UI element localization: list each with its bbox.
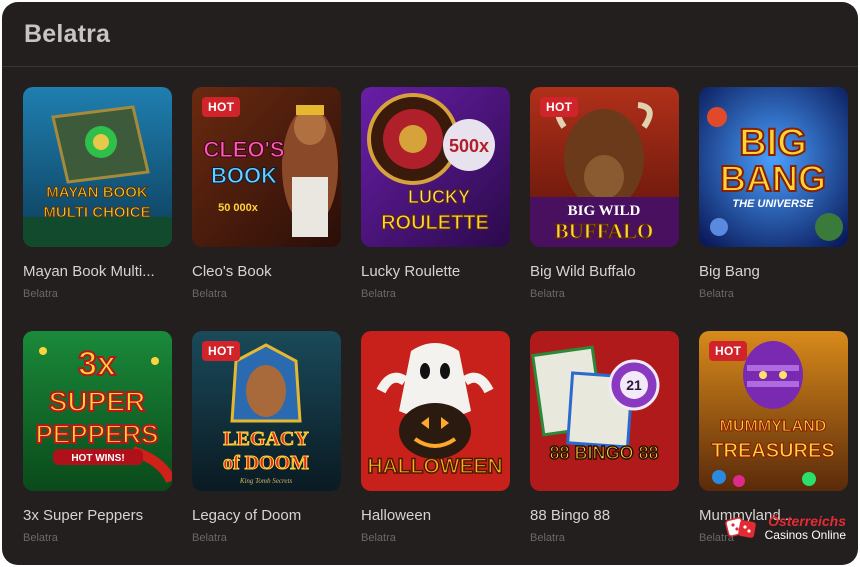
game-provider: Belatra	[530, 288, 565, 300]
game-thumbnail[interactable]: MUMMYLAND TREASURES HOT	[699, 331, 848, 491]
game-card-cleos-book[interactable]: CLEO'S BOOK 50 000x HOT Cleo's Book Bela…	[192, 87, 341, 300]
art-title-2: MULTI CHOICE	[43, 204, 150, 221]
hot-badge: HOT	[202, 97, 241, 117]
game-provider: Belatra	[361, 288, 396, 300]
games-panel: Belatra MAYAN BOOK MULTI CHOICE Mayan Bo…	[2, 2, 858, 565]
art-title-2: SUPER	[49, 386, 145, 417]
game-name[interactable]: Big Wild Buffalo	[530, 263, 679, 280]
game-card-lucky-roulette[interactable]: 500x LUCKY ROULETTE Lucky Roulette Belat…	[361, 87, 510, 300]
game-thumbnail[interactable]: 21 88 BINGO 88	[530, 331, 679, 491]
game-provider: Belatra	[699, 288, 734, 300]
art-title-2: TREASURES	[711, 440, 834, 462]
art-title-2: BOOK	[211, 163, 277, 188]
game-name[interactable]: 3x Super Peppers	[23, 507, 172, 524]
game-name[interactable]: 88 Bingo 88	[530, 507, 679, 524]
game-provider: Belatra	[361, 532, 396, 544]
art-title-3: PEPPERS	[36, 419, 159, 449]
hot-badge: HOT	[540, 97, 579, 117]
watermark-text: Österreichs Casinos Online	[764, 512, 846, 543]
art-title-1: MAYAN BOOK	[46, 184, 148, 201]
game-thumbnail[interactable]: 3x SUPER PEPPERS HOT WINS!	[23, 331, 172, 491]
watermark-line-2: Casinos Online	[764, 528, 846, 543]
art-title-1: BIG WILD	[568, 203, 641, 219]
hot-badge: HOT	[709, 341, 748, 361]
game-thumbnail[interactable]: LEGACY of DOOM King Tomb Secrets HOT	[192, 331, 341, 491]
section-title: Belatra	[24, 19, 111, 48]
game-name[interactable]: Cleo's Book	[192, 263, 341, 280]
art-subtitle: HOT WINS!	[71, 453, 124, 464]
art-title: 88 BINGO 88	[549, 443, 658, 463]
game-provider: Belatra	[530, 532, 565, 544]
art-title-1: CLEO'S	[203, 137, 284, 162]
game-thumbnail[interactable]: MAYAN BOOK MULTI CHOICE	[23, 87, 172, 247]
section-header: Belatra	[2, 2, 858, 67]
art-title-1: LEGACY	[223, 428, 309, 450]
game-thumbnail[interactable]: BIG BANG THE UNIVERSE	[699, 87, 848, 247]
game-card-big-wild-buffalo[interactable]: BIG WILD BUFFALO HOT Big Wild Buffalo Be…	[530, 87, 679, 300]
game-name[interactable]: Halloween	[361, 507, 510, 524]
game-card-halloween[interactable]: HALLOWEEN Halloween Belatra	[361, 331, 510, 544]
game-name[interactable]: Mayan Book Multi...	[23, 263, 172, 280]
art-subtitle: King Tomb Secrets	[239, 477, 293, 485]
game-card-mayan-book[interactable]: MAYAN BOOK MULTI CHOICE Mayan Book Multi…	[23, 87, 172, 300]
game-provider: Belatra	[23, 532, 58, 544]
game-name[interactable]: Lucky Roulette	[361, 263, 510, 280]
game-card-88-bingo-88[interactable]: 21 88 BINGO 88 88 Bingo 88 Belatra	[530, 331, 679, 544]
game-provider: Belatra	[23, 288, 58, 300]
art-title-2: of DOOM	[223, 452, 309, 474]
art-title-2: ROULETTE	[381, 212, 489, 234]
art-subtitle: THE UNIVERSE	[732, 198, 814, 210]
game-name[interactable]: Legacy of Doom	[192, 507, 341, 524]
dice-logo-icon	[724, 513, 759, 543]
art-ball-number: 21	[626, 377, 642, 393]
game-card-3x-super-peppers[interactable]: 3x SUPER PEPPERS HOT WINS! 3x Super Pepp…	[23, 331, 172, 544]
game-thumbnail[interactable]: 500x LUCKY ROULETTE	[361, 87, 510, 247]
watermark-line-1: Österreichs	[768, 512, 846, 529]
game-provider: Belatra	[192, 288, 227, 300]
game-thumbnail[interactable]: BIG WILD BUFFALO HOT	[530, 87, 679, 247]
game-thumbnail[interactable]: HALLOWEEN	[361, 331, 510, 491]
art-title: HALLOWEEN	[367, 455, 502, 478]
game-card-legacy-of-doom[interactable]: LEGACY of DOOM King Tomb Secrets HOT Leg…	[192, 331, 341, 544]
art-multiplier: 500x	[449, 136, 489, 156]
game-thumbnail[interactable]: CLEO'S BOOK 50 000x HOT	[192, 87, 341, 247]
game-provider: Belatra	[192, 532, 227, 544]
art-title-1: LUCKY	[408, 187, 470, 207]
game-name[interactable]: Big Bang	[699, 263, 848, 280]
art-title-2: BUFFALO	[555, 219, 654, 243]
hot-badge: HOT	[202, 341, 241, 361]
art-title-1: 3x	[78, 345, 116, 383]
art-multiplier: 50 000x	[218, 202, 259, 214]
art-title-1: MUMMYLAND	[720, 418, 827, 435]
site-watermark-logo: Österreichs Casinos Online	[724, 512, 846, 543]
game-card-big-bang[interactable]: BIG BANG THE UNIVERSE Big Bang Belatra	[699, 87, 848, 300]
art-title-2: BANG	[720, 158, 826, 199]
